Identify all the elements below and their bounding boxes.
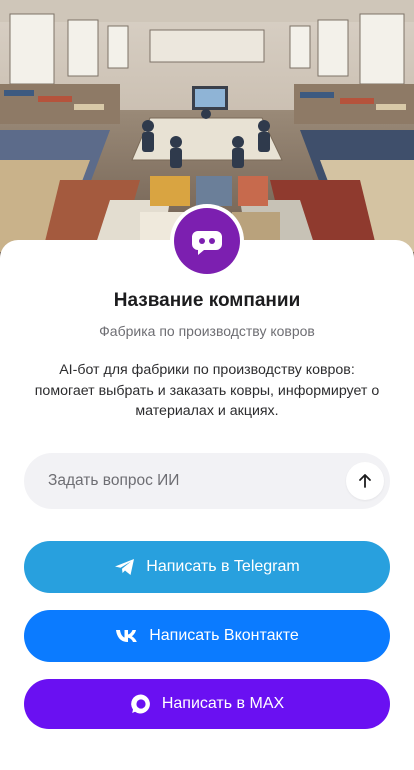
vkontakte-button-label: Написать Вконтакте [149,627,299,644]
send-button[interactable] [346,462,384,500]
ask-ai-placeholder[interactable]: Задать вопрос ИИ [48,472,179,490]
telegram-button-label: Написать в Telegram [146,558,300,575]
company-name: Название компании [113,290,301,311]
company-description: AI-бот для фабрики по производству ковро… [34,362,380,419]
company-subtitle: Фабрика по производству ковров [99,323,315,339]
telegram-icon [114,557,136,577]
max-button-label: Написать в MAX [161,695,285,712]
max-icon [130,693,152,715]
telegram-button[interactable]: Написать в Telegram [24,541,390,593]
arrow-up-icon [359,474,371,488]
ask-ai-field[interactable]: Задать вопрос ИИ [24,453,390,509]
max-button[interactable]: Написать в MAX [24,679,390,729]
bot-icon [174,208,240,274]
avatar [170,204,244,278]
vk-icon [115,628,139,644]
vkontakte-button[interactable]: Написать Вконтакте [24,610,390,662]
